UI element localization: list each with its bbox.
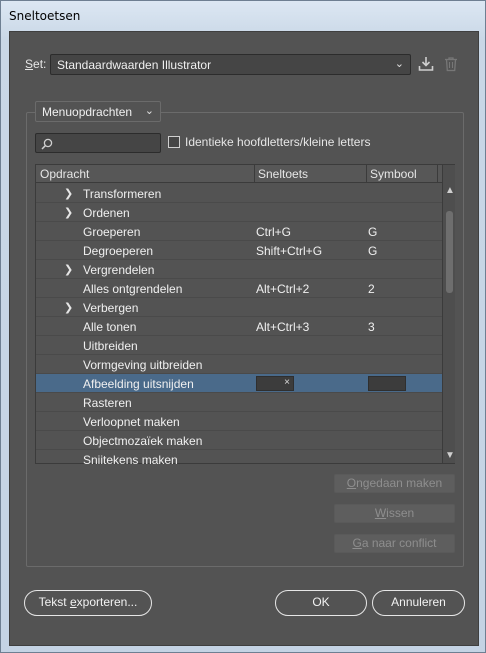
table-row[interactable]: Afbeelding uitsnijden × bbox=[36, 374, 442, 393]
dialog-window: Sneltoetsen Set: Standaardwaarden Illust… bbox=[0, 0, 486, 653]
command-name: Uitbreiden bbox=[83, 339, 138, 353]
table-row[interactable]: Degroeperen Shift+Ctrl+G G bbox=[36, 241, 442, 260]
header-command[interactable]: Opdracht bbox=[40, 167, 89, 181]
vertical-scrollbar[interactable]: ▲ ▼ bbox=[442, 165, 455, 463]
command-name: Snijtekens maken bbox=[83, 453, 178, 464]
shortcut-value: Alt+Ctrl+2 bbox=[256, 282, 310, 296]
command-name: Alles ontgrendelen bbox=[83, 282, 183, 296]
shortcut-edit-field[interactable]: × bbox=[256, 376, 294, 391]
chevron-right-icon[interactable]: ❯ bbox=[64, 187, 73, 200]
set-dropdown[interactable]: Standaardwaarden Illustrator ⌄ bbox=[50, 54, 411, 75]
table-rows: ❯ Transformeren ❯ Ordenen Groeperen Ctrl+G G De… bbox=[36, 184, 442, 464]
table-row[interactable]: ❯ Transformeren bbox=[36, 184, 442, 203]
save-set-icon[interactable] bbox=[418, 56, 436, 74]
table-row[interactable]: Objectmozaïek maken bbox=[36, 431, 442, 450]
window-title: Sneltoetsen bbox=[9, 9, 81, 23]
command-name: Alle tonen bbox=[83, 320, 137, 334]
shortcut-value: Shift+Ctrl+G bbox=[256, 244, 323, 258]
dialog-body: Set: Standaardwaarden Illustrator ⌄ Menu… bbox=[9, 31, 479, 646]
table-row[interactable]: Snijtekens maken bbox=[36, 450, 442, 464]
symbol-value: G bbox=[368, 244, 378, 258]
clear-button[interactable]: Wissen bbox=[334, 504, 455, 523]
scrollbar-thumb[interactable] bbox=[446, 211, 453, 293]
shortcuts-table: Opdracht Sneltoets Symbool ❯ Transformere… bbox=[35, 164, 455, 464]
table-row[interactable]: Alle tonen Alt+Ctrl+3 3 bbox=[36, 317, 442, 336]
search-input[interactable] bbox=[35, 133, 161, 153]
table-row[interactable]: Vormgeving uitbreiden bbox=[36, 355, 442, 374]
table-row[interactable]: Alles ontgrendelen Alt+Ctrl+2 2 bbox=[36, 279, 442, 298]
table-row[interactable]: ❯ Ordenen bbox=[36, 203, 442, 222]
command-name: Degroeperen bbox=[83, 244, 154, 258]
command-name: Rasteren bbox=[83, 396, 132, 410]
trash-icon[interactable] bbox=[443, 56, 461, 74]
table-row[interactable]: Groeperen Ctrl+G G bbox=[36, 222, 442, 241]
scroll-down-icon[interactable]: ▼ bbox=[445, 450, 455, 461]
chevron-right-icon[interactable]: ❯ bbox=[64, 263, 73, 276]
command-name: Vormgeving uitbreiden bbox=[83, 358, 203, 372]
command-name: Groeperen bbox=[83, 225, 141, 239]
header-shortcut[interactable]: Sneltoets bbox=[258, 167, 308, 181]
chevron-down-icon: ⌄ bbox=[394, 58, 404, 70]
table-row[interactable]: Uitbreiden bbox=[36, 336, 442, 355]
search-icon bbox=[41, 138, 53, 150]
goto-conflict-button[interactable]: Ga naar conflict bbox=[334, 534, 455, 553]
command-name: Verbergen bbox=[83, 301, 139, 315]
symbol-edit-field[interactable] bbox=[368, 376, 406, 391]
command-name: Verloopnet maken bbox=[83, 415, 180, 429]
table-header: Opdracht Sneltoets Symbool bbox=[36, 165, 442, 183]
chevron-right-icon[interactable]: ❯ bbox=[64, 301, 73, 314]
menu-type-dropdown[interactable]: Menuopdrachten ⌄ bbox=[35, 101, 161, 122]
shortcut-value: Alt+Ctrl+3 bbox=[256, 320, 310, 334]
shortcut-value: Ctrl+G bbox=[256, 225, 292, 239]
match-case-label: Identieke hoofdletters/kleine letters bbox=[185, 135, 371, 149]
symbol-value: G bbox=[368, 225, 378, 239]
symbol-value: 3 bbox=[368, 320, 375, 334]
table-row[interactable]: ❯ Vergrendelen bbox=[36, 260, 442, 279]
match-case-checkbox[interactable] bbox=[168, 136, 180, 148]
menu-type-value: Menuopdrachten bbox=[42, 105, 133, 119]
command-name: Transformeren bbox=[83, 187, 162, 201]
scroll-up-icon[interactable]: ▲ bbox=[445, 185, 455, 196]
undo-button[interactable]: Ongedaan maken bbox=[334, 474, 455, 493]
command-name: Ordenen bbox=[83, 206, 130, 220]
set-label: Set: bbox=[25, 57, 47, 71]
command-name: Objectmozaïek maken bbox=[83, 434, 203, 448]
clear-shortcut-icon[interactable]: × bbox=[284, 377, 290, 388]
set-dropdown-value: Standaardwaarden Illustrator bbox=[57, 58, 212, 72]
ok-button[interactable]: OK bbox=[275, 590, 367, 616]
table-row[interactable]: Verloopnet maken bbox=[36, 412, 442, 431]
command-name: Vergrendelen bbox=[83, 263, 155, 277]
table-row[interactable]: Rasteren bbox=[36, 393, 442, 412]
export-text-button[interactable]: Tekst exporteren... bbox=[24, 590, 152, 616]
cancel-button[interactable]: Annuleren bbox=[372, 590, 465, 616]
header-symbol[interactable]: Symbool bbox=[370, 167, 417, 181]
table-row[interactable]: ❯ Verbergen bbox=[36, 298, 442, 317]
chevron-right-icon[interactable]: ❯ bbox=[64, 206, 73, 219]
command-name: Afbeelding uitsnijden bbox=[83, 377, 194, 391]
symbol-value: 2 bbox=[368, 282, 375, 296]
chevron-down-icon: ⌄ bbox=[144, 105, 154, 117]
